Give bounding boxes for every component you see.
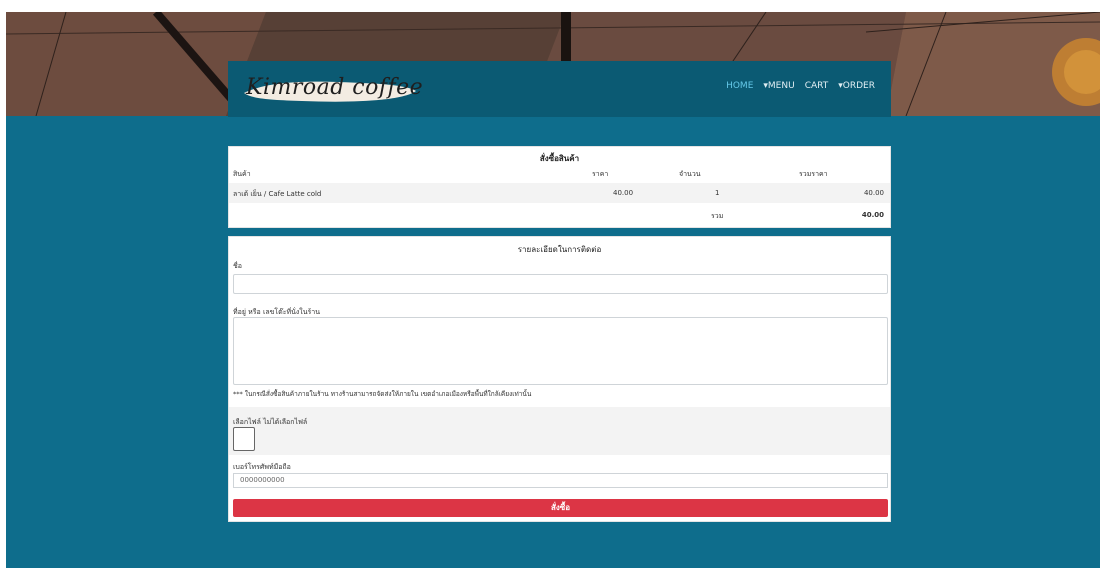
contact-title: รายละเอียดในการติดต่อ [517,245,602,254]
item-total: 40.00 [863,189,884,197]
contact-details-card: รายละเอียดในการติดต่อ ชื่อ ที่อยู่ หรือ … [228,236,891,522]
order-sum-row: รวม 40.00 [229,207,890,223]
file-input[interactable] [233,427,255,451]
nav-menu[interactable]: ▾MENU [763,81,794,91]
main-nav: HOME ▾MENU CART ▾ORDER [726,81,875,91]
phone-label: เบอร์โทรศัพท์มือถือ [233,463,291,471]
nav-order-label: ORDER [842,81,875,91]
navbar: Kimroad coffee HOME ▾MENU CART ▾ORDER [228,61,891,117]
table-row: ลาเต้ เย็น / Cafe Latte cold 40.00 1 40.… [229,183,890,203]
order-summary-card: สั่งซื้อสินค้า สินค้า ราคา จำนวน รวมราคา… [228,146,891,228]
order-table-header: สินค้า ราคา จำนวน รวมราคา [229,169,890,181]
logo-text: Kimroad coffee [246,75,424,100]
brand-logo[interactable]: Kimroad coffee [242,71,423,107]
nav-order[interactable]: ▾ORDER [838,81,875,91]
order-title: สั่งซื้อสินค้า [539,154,580,163]
item-qty: 1 [715,189,720,197]
file-upload-section: เลือกไฟล์ ไม่ได้เลือกไฟล์ [229,407,890,455]
phone-input[interactable]: 0000000000 [233,473,888,488]
delivery-note: *** ในกรณีสั่งซื้อสินค้าภายในร้าน ทางร้า… [233,390,532,398]
page-background: Kimroad coffee HOME ▾MENU CART ▾ORDER สั… [6,12,1100,568]
submit-order-button[interactable]: สั่งซื้อ [233,499,888,517]
nav-home[interactable]: HOME [726,81,753,91]
item-price: 40.00 [613,189,634,197]
name-label: ชื่อ [233,262,242,270]
header-qty: จำนวน [679,170,701,178]
sum-label: รวม [711,212,724,220]
nav-menu-label: MENU [767,81,795,91]
item-product: ลาเต้ เย็น / Cafe Latte cold [233,190,322,198]
name-input[interactable] [233,274,888,294]
header-price: ราคา [592,170,609,178]
address-textarea[interactable] [233,317,888,385]
nav-cart[interactable]: CART [805,81,829,91]
header-total: รวมราคา [799,170,828,178]
header-product: สินค้า [233,170,251,178]
sum-value: 40.00 [861,211,884,219]
